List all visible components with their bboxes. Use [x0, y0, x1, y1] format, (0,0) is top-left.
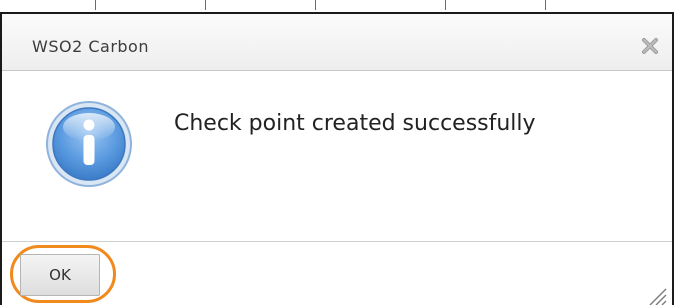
dialog-title: WSO2 Carbon — [32, 37, 149, 56]
background-strip — [0, 0, 678, 12]
message-dialog: WSO2 Carbon Check point created successf… — [0, 12, 674, 305]
background-divider — [445, 0, 446, 10]
resize-grip-icon[interactable] — [646, 285, 668, 305]
dialog-body: Check point created successfully — [2, 71, 672, 241]
dialog-button-pane: OK — [2, 241, 672, 305]
background-divider — [205, 0, 206, 10]
page: WSO2 Carbon Check point created successf… — [0, 0, 678, 305]
close-button[interactable] — [636, 32, 664, 60]
info-icon — [46, 101, 132, 187]
close-icon — [642, 38, 658, 54]
dialog-message: Check point created successfully — [174, 111, 536, 136]
ok-button[interactable]: OK — [20, 254, 100, 296]
background-divider — [315, 0, 316, 10]
background-divider — [545, 0, 546, 10]
dialog-titlebar[interactable]: WSO2 Carbon — [2, 14, 672, 71]
background-divider — [95, 0, 96, 10]
